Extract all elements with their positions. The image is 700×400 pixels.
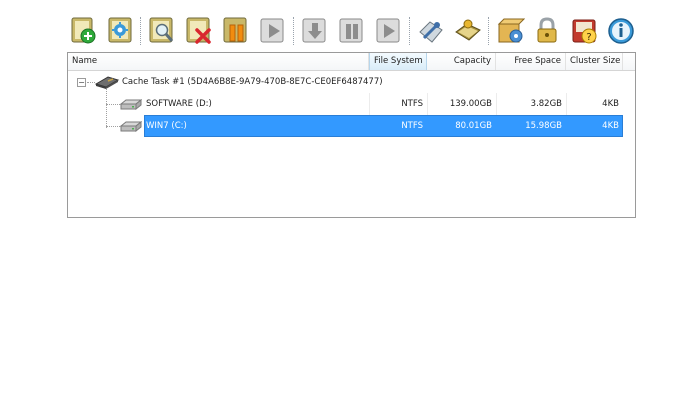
tools-icon — [419, 21, 443, 43]
column-header-row: Name File System Capacity Free Space Clu… — [68, 53, 635, 71]
cache-drive-icon — [94, 76, 120, 89]
lock-icon — [537, 17, 557, 43]
help-icon: ? — [572, 19, 597, 44]
key-book-button[interactable] — [453, 16, 483, 46]
drive-file-system: NTFS — [401, 99, 423, 109]
inspect-task-button[interactable] — [147, 16, 177, 46]
toolbar-separator — [409, 17, 410, 45]
drive-name: SOFTWARE (D:) — [146, 99, 212, 109]
download-icon — [302, 18, 326, 43]
column-header-name[interactable]: Name — [68, 53, 369, 70]
pause-button[interactable] — [221, 16, 251, 46]
drive-free-space: 3.82GB — [530, 99, 562, 109]
collapse-toggle[interactable]: − — [77, 78, 86, 87]
hard-drive-icon — [120, 98, 142, 111]
drive-capacity: 139.00GB — [449, 99, 492, 109]
drive-free-space: 15.98GB — [525, 121, 562, 131]
task-settings-button[interactable] — [105, 16, 135, 46]
column-header-file-system[interactable]: File System — [369, 53, 427, 70]
tree-row-task[interactable]: − Cache Task #1 (5D4A6B8E-9A79-470B-8E7C… — [68, 71, 623, 93]
delete-task-button[interactable] — [184, 16, 214, 46]
download-button[interactable] — [300, 16, 330, 46]
drive-cluster-size: 4KB — [602, 121, 619, 131]
add-task-button[interactable] — [68, 16, 98, 46]
task-label: Cache Task #1 (5D4A6B8E-9A79-470B-8E7C-C… — [122, 77, 383, 87]
column-header-free-space[interactable]: Free Space — [496, 53, 566, 70]
help-button[interactable]: ? — [569, 16, 599, 46]
drive-name: WIN7 (C:) — [146, 121, 187, 131]
table-row[interactable]: SOFTWARE (D:) NTFS 139.00GB 3.82GB 4KB — [68, 93, 623, 115]
delete-task-icon — [186, 17, 211, 44]
hard-drive-icon — [120, 120, 142, 133]
key-book-icon — [455, 19, 481, 41]
drive-cluster-size: 4KB — [602, 99, 619, 109]
drive-file-system: NTFS — [401, 121, 423, 131]
column-header-capacity[interactable]: Capacity — [427, 53, 496, 70]
svg-text:?: ? — [586, 32, 591, 43]
settings-task-icon — [108, 17, 132, 43]
pause-disabled-button[interactable] — [337, 16, 367, 46]
play-button[interactable] — [258, 16, 288, 46]
info-icon — [608, 18, 634, 44]
table-row-selected[interactable]: WIN7 (C:) NTFS 80.01GB 15.98GB 4KB — [68, 115, 623, 137]
pause-icon — [223, 17, 247, 43]
options-button[interactable] — [495, 16, 525, 46]
drive-capacity: 80.01GB — [455, 121, 492, 131]
cache-task-tree[interactable]: Name File System Capacity Free Space Clu… — [67, 52, 636, 218]
play-disabled-button[interactable] — [374, 16, 404, 46]
app-window: ? Name File System Capacity Free Space C… — [0, 0, 700, 400]
play-icon — [260, 18, 284, 43]
info-button[interactable] — [606, 16, 636, 46]
pause-gray-icon — [339, 18, 363, 43]
toolbar-separator — [488, 17, 489, 45]
toolbar-separator — [293, 17, 294, 45]
inspect-task-icon — [149, 17, 174, 43]
toolbar: ? — [68, 14, 643, 48]
lock-button[interactable] — [532, 16, 562, 46]
options-box-icon — [497, 18, 525, 43]
toolbar-separator — [140, 17, 141, 45]
add-task-icon — [71, 17, 96, 44]
column-header-cluster-size[interactable]: Cluster Size — [566, 53, 623, 70]
tools-button[interactable] — [416, 16, 446, 46]
play-gray-icon — [376, 18, 400, 43]
